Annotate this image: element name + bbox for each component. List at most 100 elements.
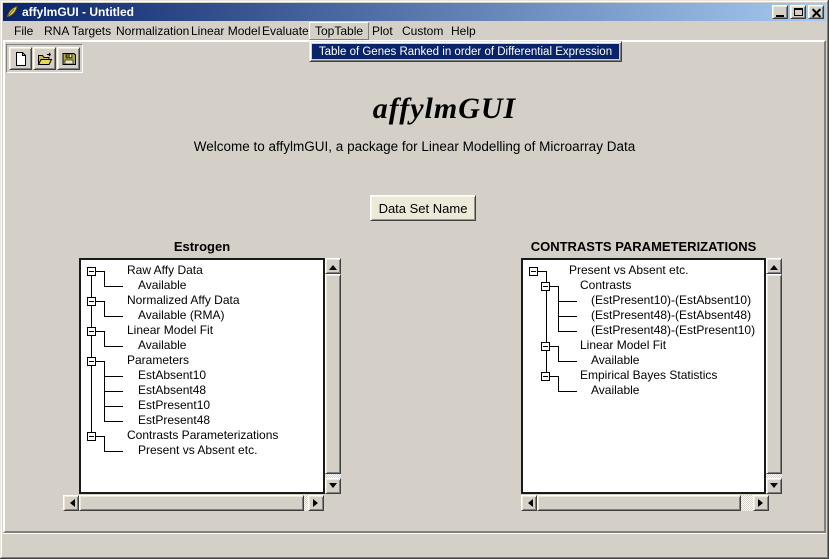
- tree-item-label[interactable]: Available (RMA): [138, 308, 224, 323]
- tree-connector-line: [104, 437, 105, 452]
- tree-item-label[interactable]: Empirical Bayes Statistics: [580, 368, 717, 383]
- arrow-right-icon: [313, 499, 322, 507]
- scrollbar-thumb[interactable]: [766, 274, 782, 474]
- left-tree-vertical-scrollbar[interactable]: [325, 258, 341, 494]
- toptable-dropdown-menu: Table of Genes Ranked in order of Differ…: [309, 41, 622, 62]
- maximize-icon: [794, 8, 803, 16]
- minimize-button[interactable]: [772, 5, 788, 19]
- tree-connector-line: [104, 421, 123, 422]
- open-folder-icon: [37, 51, 53, 67]
- scroll-left-button[interactable]: [521, 495, 537, 511]
- tree-connector-line: [104, 346, 123, 347]
- menubar: FileRNA TargetsNormalizationLinear Model…: [3, 21, 826, 40]
- tree-expand-toggle[interactable]: [87, 432, 96, 441]
- tree-connector-line: [104, 286, 123, 287]
- tree-item-label[interactable]: Available: [591, 353, 639, 368]
- tree-expand-toggle[interactable]: [87, 357, 96, 366]
- tree-connector-line: [104, 451, 123, 452]
- tree-item-label[interactable]: (EstPresent48)-(EstPresent10): [591, 323, 755, 338]
- tree-item-label[interactable]: Normalized Affy Data: [127, 293, 240, 308]
- tree-item-label[interactable]: Available: [138, 278, 186, 293]
- tree-item-label[interactable]: Available: [138, 338, 186, 353]
- scrollbar-thumb[interactable]: [79, 495, 304, 511]
- tree-item-label[interactable]: Linear Model Fit: [580, 338, 666, 353]
- tree-connector-line: [558, 347, 559, 362]
- tree-connector-line: [558, 391, 577, 392]
- right-tree-listbox[interactable]: (EstPresent10)-(EstAbsent10)(EstPresent4…: [521, 258, 766, 494]
- scroll-right-button[interactable]: [753, 495, 769, 511]
- save-floppy-icon: [61, 51, 77, 67]
- save-file-button[interactable]: [57, 47, 80, 70]
- tree-expand-toggle[interactable]: [529, 267, 538, 276]
- scroll-left-button[interactable]: [63, 495, 79, 511]
- scroll-up-button[interactable]: [766, 258, 782, 274]
- tree-item-label[interactable]: EstAbsent48: [138, 383, 206, 398]
- tree-expand-toggle[interactable]: [87, 297, 96, 306]
- tree-item-label[interactable]: Parameters: [127, 353, 189, 368]
- tree-item-label[interactable]: Contrasts Parameterizations: [127, 428, 278, 443]
- minimize-icon: [776, 15, 784, 17]
- arrow-up-icon: [329, 261, 337, 270]
- left-tree-listbox[interactable]: AvailableRaw Affy DataAvailable (RMA)Nor…: [79, 258, 325, 494]
- menu-item-normalization[interactable]: Normalization: [110, 22, 195, 40]
- tree-item-label[interactable]: EstPresent48: [138, 413, 210, 428]
- tree-item-label[interactable]: Contrasts: [580, 278, 631, 293]
- right-tree-header: CONTRASTS PARAMETERIZATIONS: [521, 239, 766, 254]
- dropdown-item-toptable-genes[interactable]: Table of Genes Ranked in order of Differ…: [312, 44, 619, 59]
- arrow-left-icon: [524, 499, 533, 507]
- tree-item-label[interactable]: (EstPresent48)-(EstAbsent48): [591, 308, 751, 323]
- arrow-up-icon: [770, 261, 778, 270]
- tree-expand-toggle[interactable]: [541, 372, 550, 381]
- tree-connector-line: [104, 406, 123, 407]
- app-title: affylmGUI: [35, 92, 829, 126]
- menu-item-toptable[interactable]: TopTable: [309, 22, 369, 40]
- tree-expand-toggle[interactable]: [541, 342, 550, 351]
- scroll-up-button[interactable]: [325, 258, 341, 274]
- titlebar[interactable]: affylmGUI - Untitled: [3, 3, 826, 21]
- menu-item-linear-model[interactable]: Linear Model: [185, 22, 266, 40]
- menu-item-file[interactable]: File: [8, 22, 39, 40]
- tree-expand-toggle[interactable]: [87, 267, 96, 276]
- tree-item-label[interactable]: (EstPresent10)-(EstAbsent10): [591, 293, 751, 308]
- new-file-button[interactable]: [9, 47, 32, 70]
- menu-item-evaluate[interactable]: Evaluate: [256, 22, 315, 40]
- tree-item-label[interactable]: EstAbsent10: [138, 368, 206, 383]
- left-tree-horizontal-scrollbar[interactable]: [63, 495, 324, 511]
- close-button[interactable]: [808, 5, 824, 19]
- tree-connector-line: [558, 301, 577, 302]
- right-tree-vertical-scrollbar[interactable]: [766, 258, 782, 494]
- tree-connector-line: [558, 377, 559, 392]
- window-title: affylmGUI - Untitled: [22, 3, 769, 21]
- scrollbar-thumb[interactable]: [537, 495, 741, 511]
- arrow-down-icon: [770, 483, 778, 492]
- tree-connector-line: [91, 271, 92, 437]
- arrow-right-icon: [758, 499, 767, 507]
- tree-item-label[interactable]: Raw Affy Data: [127, 263, 203, 278]
- left-tree-header: Estrogen: [79, 239, 325, 254]
- menu-item-help[interactable]: Help: [445, 22, 482, 40]
- maximize-button[interactable]: [790, 5, 806, 19]
- scrollbar-thumb[interactable]: [325, 274, 341, 474]
- menu-item-plot[interactable]: Plot: [366, 22, 399, 40]
- tree-item-label[interactable]: Present vs Absent etc.: [569, 263, 688, 278]
- app-window: affylmGUI - Untitled FileRNA TargetsNorm…: [0, 0, 829, 559]
- tree-item-label[interactable]: EstPresent10: [138, 398, 210, 413]
- dataset-name-button[interactable]: Data Set Name: [370, 195, 476, 221]
- tree-connector-line: [558, 331, 577, 332]
- tree-connector-line: [104, 332, 105, 347]
- scroll-down-button[interactable]: [766, 478, 782, 494]
- tree-item-label[interactable]: Available: [591, 383, 639, 398]
- tree-item-label[interactable]: Linear Model Fit: [127, 323, 213, 338]
- tree-expand-toggle[interactable]: [541, 282, 550, 291]
- scroll-right-button[interactable]: [308, 495, 324, 511]
- open-file-button[interactable]: [33, 47, 56, 70]
- tree-connector-line: [104, 376, 123, 377]
- tree-connector-line: [104, 316, 123, 317]
- scroll-down-button[interactable]: [325, 478, 341, 494]
- tree-item-label[interactable]: Present vs Absent etc.: [138, 443, 257, 458]
- menu-item-rna-targets[interactable]: RNA Targets: [38, 22, 117, 40]
- right-tree-horizontal-scrollbar[interactable]: [521, 495, 769, 511]
- menu-item-custom[interactable]: Custom: [396, 22, 449, 40]
- tree-expand-toggle[interactable]: [87, 327, 96, 336]
- tk-feather-icon: [5, 5, 19, 19]
